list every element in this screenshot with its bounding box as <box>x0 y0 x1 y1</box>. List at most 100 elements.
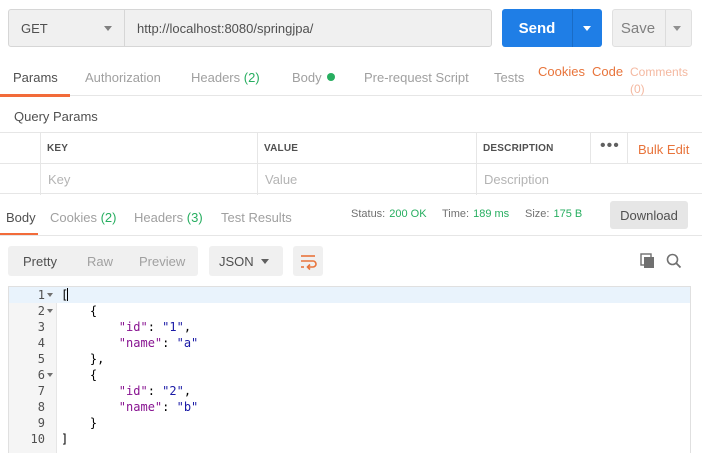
code-line: 5 }, <box>9 351 690 367</box>
status-label: Status: <box>351 208 386 220</box>
tab-headers-count: (2) <box>243 70 260 85</box>
save-label: Save <box>620 19 656 37</box>
json-key: "name" <box>118 336 163 350</box>
response-tab-headers[interactable]: Headers (3) <box>134 210 203 225</box>
code-text: { <box>61 304 98 318</box>
method-select[interactable]: GET <box>8 9 125 47</box>
status-value: 200 OK <box>389 208 427 220</box>
tab-headers[interactable]: Headers (2) <box>191 70 260 85</box>
description-input[interactable]: Description <box>484 172 549 187</box>
response-tab-test-results-label: Test Results <box>221 210 292 225</box>
params-header-row: KEY VALUE DESCRIPTION ••• Bulk Edit <box>0 133 702 164</box>
tab-tests-label: Tests <box>494 70 525 85</box>
line-number: 10 <box>30 432 45 446</box>
tab-body[interactable]: Body <box>292 70 335 85</box>
line-number: 5 <box>37 352 45 366</box>
send-label: Send <box>518 19 556 37</box>
line-number: 3 <box>37 320 45 334</box>
send-button[interactable]: Send <box>502 9 602 47</box>
key-input[interactable]: Key <box>48 172 70 187</box>
response-tab-test-results[interactable]: Test Results <box>221 210 292 225</box>
code-text: "id": "1", <box>118 320 192 334</box>
wrap-lines-icon <box>301 255 317 271</box>
url-input[interactable]: http://localhost:8080/springjpa/ <box>124 9 492 47</box>
line-number: 7 <box>37 384 45 398</box>
key-header: KEY <box>47 143 69 154</box>
download-button[interactable]: Download <box>610 201 688 229</box>
code-line: 3 "id": "1", <box>9 319 690 335</box>
view-raw-button[interactable]: Raw <box>87 246 113 276</box>
comments-link[interactable]: Comments (0) <box>630 64 688 98</box>
search-icon <box>666 253 682 269</box>
comments-count: (0) <box>630 82 645 96</box>
response-tab-body-label: Body <box>6 210 36 225</box>
response-tab-body[interactable]: Body <box>6 210 36 225</box>
response-tab-cookies[interactable]: Cookies (2) <box>50 210 116 225</box>
json-key: "id" <box>118 384 148 398</box>
code-link[interactable]: Code <box>592 64 623 79</box>
time-readout: Time: 189 ms <box>442 208 509 220</box>
line-number: 1 <box>37 288 45 302</box>
tab-tests[interactable]: Tests <box>494 70 524 85</box>
view-preview-button[interactable]: Preview <box>139 246 185 276</box>
more-options-icon[interactable]: ••• <box>600 137 620 155</box>
size-value: 175 B <box>553 208 583 220</box>
url-value: http://localhost:8080/springjpa/ <box>137 20 314 36</box>
line-number: 9 <box>37 416 45 430</box>
code-text: "id": "2", <box>118 384 192 398</box>
body-status-dot-icon <box>326 73 335 81</box>
method-label: GET <box>21 20 48 36</box>
code-text: } <box>61 416 98 430</box>
code-text: { <box>61 368 98 382</box>
code-text: }, <box>61 352 105 366</box>
cookies-link[interactable]: Cookies <box>538 64 585 79</box>
response-tab-cookies-count: (2) <box>100 210 117 225</box>
value-header: VALUE <box>264 143 299 154</box>
search-button[interactable] <box>664 251 684 271</box>
tab-authorization[interactable]: Authorization <box>85 70 161 85</box>
comments-label: Comments <box>630 65 689 79</box>
json-string: "1" <box>162 320 184 334</box>
wrap-lines-button[interactable] <box>293 246 323 276</box>
line-number: 6 <box>37 368 45 382</box>
format-value: JSON <box>219 253 254 269</box>
tab-pre-request-script-label: Pre-request Script <box>364 70 469 85</box>
json-key: "id" <box>118 320 148 334</box>
code-line: 9 } <box>9 415 690 431</box>
view-pretty-button[interactable]: Pretty <box>23 246 57 276</box>
format-select[interactable]: JSON <box>209 246 283 276</box>
response-body-editor[interactable]: 1 [ 2 { 3 "id": "1", 4 "name": "a" 5 }, … <box>8 286 691 453</box>
column-divider <box>590 133 591 164</box>
tab-body-label: Body <box>292 70 322 85</box>
code-line: 8 "name": "b" <box>9 399 690 415</box>
code-text: "name": "b" <box>118 400 199 414</box>
fold-arrow-icon[interactable] <box>47 293 53 297</box>
tab-authorization-label: Authorization <box>85 70 161 85</box>
code-line: 1 [ <box>9 287 690 303</box>
json-string: "b" <box>176 400 199 414</box>
line-number: 2 <box>37 304 45 318</box>
fold-arrow-icon[interactable] <box>47 373 53 377</box>
tab-params[interactable]: Params <box>13 70 58 85</box>
active-tab-indicator <box>0 94 70 97</box>
send-options-chevron-icon[interactable] <box>583 26 591 31</box>
time-label: Time: <box>442 208 470 220</box>
save-button[interactable]: Save <box>612 9 692 47</box>
status-readout: Status: 200 OK <box>351 208 427 220</box>
copy-button[interactable] <box>638 251 658 271</box>
response-tab-headers-label: Headers <box>134 210 184 225</box>
view-mode-segmented: Pretty Raw Preview <box>8 246 198 276</box>
column-divider <box>257 133 258 195</box>
json-string: "2" <box>162 384 184 398</box>
column-divider <box>40 133 41 195</box>
bulk-edit-link[interactable]: Bulk Edit <box>638 142 689 157</box>
column-divider <box>476 133 477 195</box>
value-input[interactable]: Value <box>265 172 297 187</box>
save-options-chevron-icon[interactable] <box>673 26 681 31</box>
time-value: 189 ms <box>473 208 510 220</box>
tab-pre-request-script[interactable]: Pre-request Script <box>364 70 469 85</box>
description-header: DESCRIPTION <box>483 143 554 154</box>
code-token: , <box>183 384 192 398</box>
query-params-title: Query Params <box>14 109 98 124</box>
fold-arrow-icon[interactable] <box>47 309 53 313</box>
